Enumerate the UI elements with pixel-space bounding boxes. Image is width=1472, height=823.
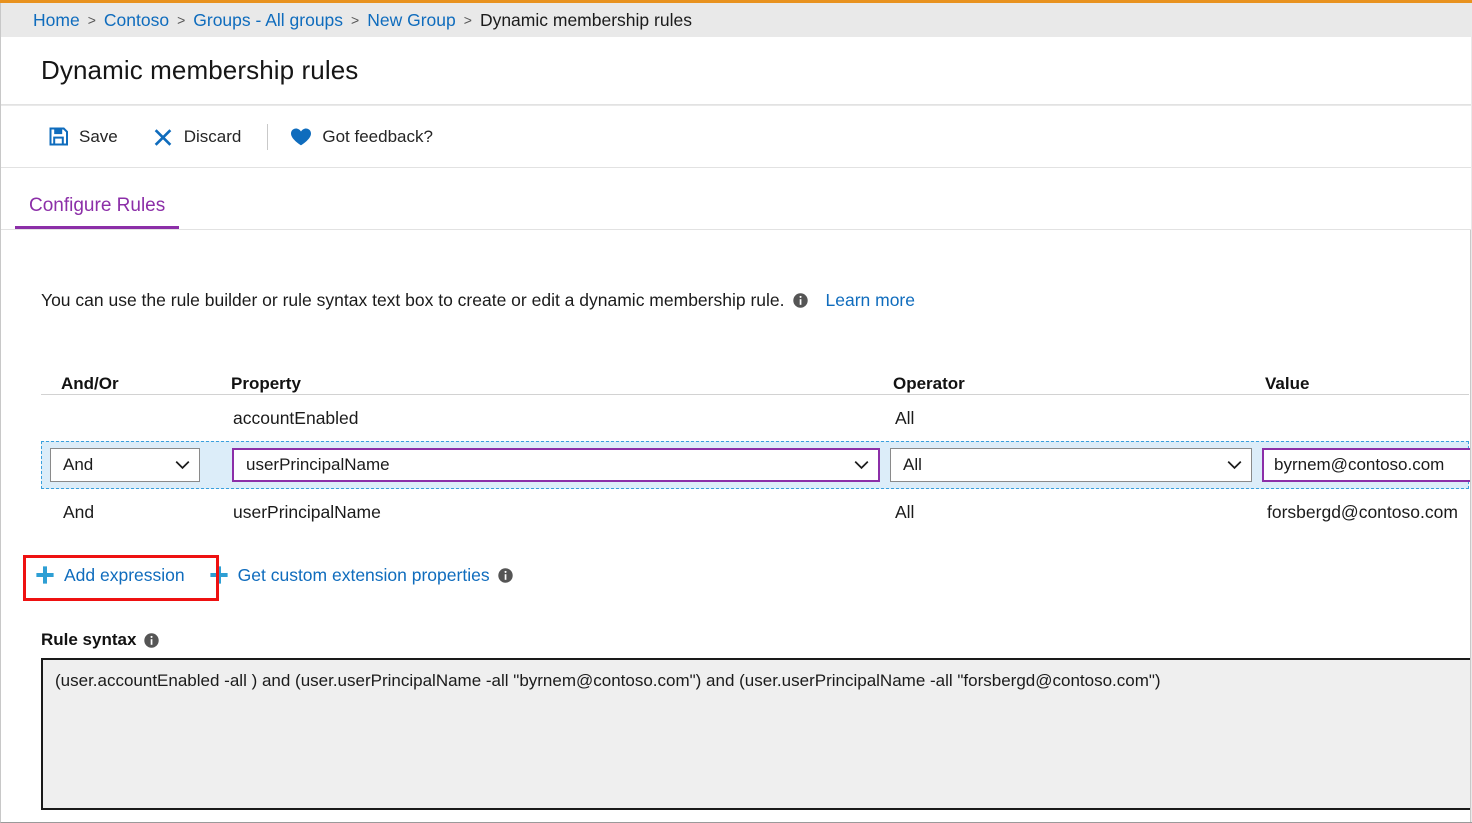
breadcrumb-separator: > [88, 12, 96, 28]
info-icon[interactable] [144, 633, 159, 648]
discard-button[interactable]: Discard [140, 118, 254, 156]
table-row[interactable]: And userPrincipalName All forsbergd@cont… [41, 489, 1469, 535]
got-feedback-button[interactable]: Got feedback? [278, 118, 445, 156]
info-icon[interactable] [498, 568, 513, 583]
row-property-value: userPrincipalName [221, 502, 881, 523]
azure-portal-blade: Home > Contoso > Groups - All groups > N… [0, 0, 1472, 823]
row-property-value: accountEnabled [221, 408, 881, 429]
blade-content: You can use the rule builder or rule syn… [1, 230, 1471, 822]
row-and-or-cell: And [42, 448, 222, 482]
breadcrumb-item-groups-all-groups[interactable]: Groups - All groups [193, 10, 343, 31]
chevron-down-icon [854, 460, 869, 470]
rule-syntax-label-row: Rule syntax [41, 630, 159, 650]
command-bar: Save Discard Got feedback? [1, 106, 1471, 168]
rule-syntax-textarea[interactable]: (user.accountEnabled -all ) and (user.us… [41, 658, 1471, 810]
breadcrumb-separator: > [351, 12, 359, 28]
description-text-row: You can use the rule builder or rule syn… [41, 290, 915, 311]
info-icon[interactable] [793, 293, 808, 308]
plus-icon [209, 565, 229, 585]
page-title: Dynamic membership rules [41, 55, 358, 86]
chevron-down-icon [1227, 460, 1242, 470]
column-header-operator: Operator [881, 374, 1253, 394]
get-custom-extension-properties-button[interactable]: Get custom extension properties [197, 558, 525, 592]
operator-select-value: All [903, 455, 922, 475]
got-feedback-button-label: Got feedback? [322, 127, 433, 147]
row-operator-value: All [881, 502, 1253, 523]
discard-button-label: Discard [184, 127, 242, 147]
row-and-or-value: And [41, 502, 221, 523]
command-bar-divider [267, 124, 268, 150]
value-input[interactable]: byrnem@contoso.com [1262, 448, 1471, 482]
breadcrumb-item-contoso[interactable]: Contoso [104, 10, 169, 31]
add-expression-button[interactable]: Add expression [23, 558, 197, 592]
column-header-value: Value [1253, 374, 1469, 394]
tab-configure-rules-label: Configure Rules [29, 195, 165, 216]
learn-more-link[interactable]: Learn more [826, 290, 916, 311]
close-x-icon [152, 126, 174, 148]
property-select-value: userPrincipalName [246, 455, 390, 475]
save-button-label: Save [79, 127, 118, 147]
rule-syntax-label: Rule syntax [41, 630, 136, 650]
blade-title-bar: Dynamic membership rules [1, 37, 1471, 105]
operator-select[interactable]: All [890, 448, 1252, 482]
row-operator-cell: All [882, 448, 1254, 482]
breadcrumb-item-current: Dynamic membership rules [480, 10, 692, 31]
and-or-select-value: And [63, 455, 93, 475]
row-property-cell: userPrincipalName [222, 448, 882, 482]
add-expression-label: Add expression [64, 565, 185, 586]
get-custom-extension-properties-label: Get custom extension properties [238, 565, 490, 586]
table-header-row: And/Or Property Operator Value [41, 355, 1469, 395]
breadcrumb-item-home[interactable]: Home [33, 10, 80, 31]
chevron-down-icon [175, 460, 190, 470]
row-value-value: forsbergd@contoso.com [1253, 502, 1469, 523]
breadcrumb: Home > Contoso > Groups - All groups > N… [1, 4, 1472, 37]
table-row[interactable]: accountEnabled All [41, 395, 1469, 441]
save-button[interactable]: Save [35, 118, 130, 156]
row-value-cell: byrnem@contoso.com [1254, 448, 1471, 482]
heart-icon [290, 126, 312, 148]
breadcrumb-item-new-group[interactable]: New Group [367, 10, 456, 31]
table-row-editing[interactable]: And userPrincipalName [41, 441, 1469, 489]
save-icon [47, 126, 69, 148]
rule-actions: Add expression Get custom extension prop… [23, 552, 525, 598]
tab-bar: Configure Rules [1, 168, 1471, 230]
row-operator-value: All [881, 408, 1253, 429]
plus-icon [35, 565, 55, 585]
breadcrumb-separator: > [177, 12, 185, 28]
and-or-select[interactable]: And [50, 448, 200, 482]
breadcrumb-separator: > [464, 12, 472, 28]
property-select[interactable]: userPrincipalName [232, 448, 880, 482]
column-header-and-or: And/Or [41, 374, 221, 394]
rule-builder-table: And/Or Property Operator Value accountEn… [41, 355, 1469, 535]
tab-configure-rules[interactable]: Configure Rules [15, 195, 179, 229]
column-header-property: Property [221, 374, 881, 394]
description-text: You can use the rule builder or rule syn… [41, 290, 785, 311]
